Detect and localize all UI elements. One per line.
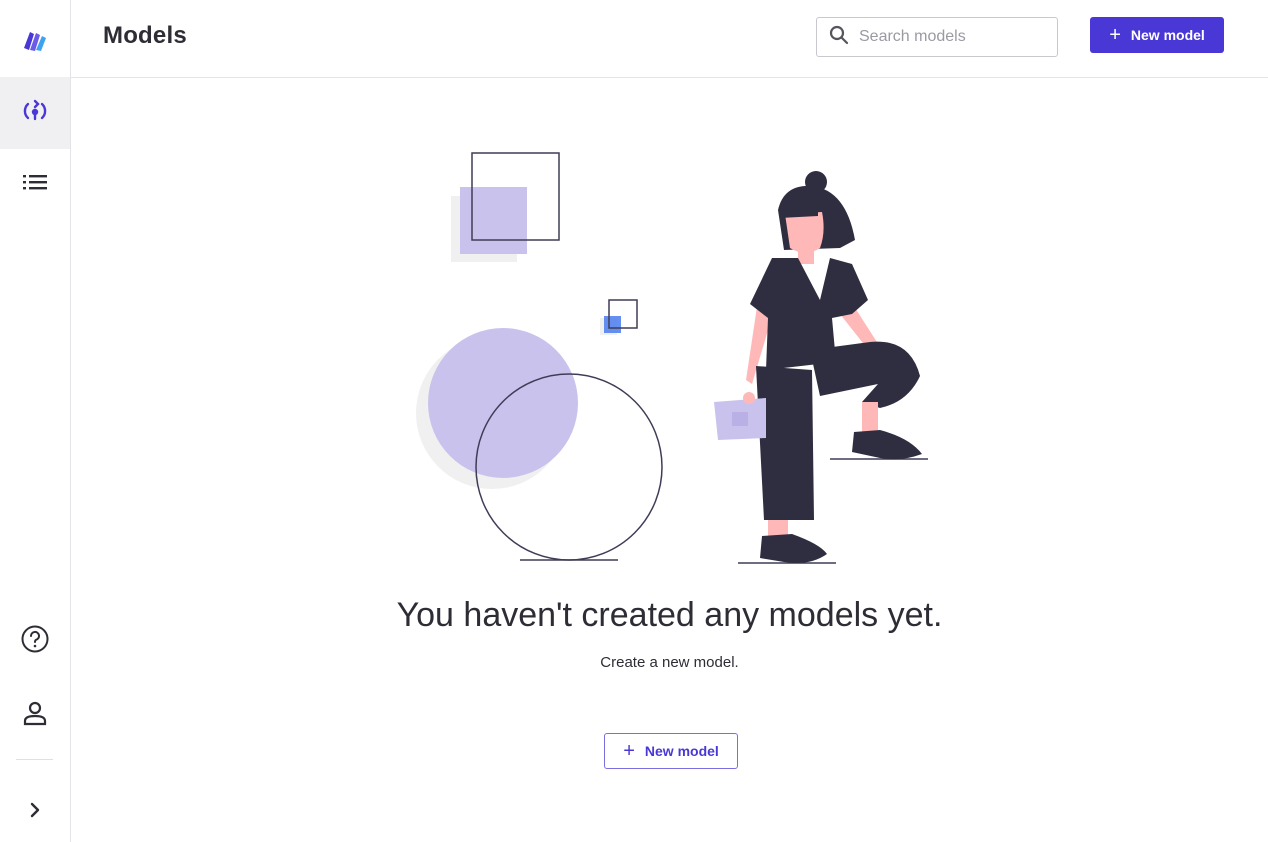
sidebar-item-account[interactable] xyxy=(0,679,70,751)
plus-icon: + xyxy=(623,740,635,762)
plus-icon: + xyxy=(1109,24,1121,46)
empty-state-illustration xyxy=(400,140,940,585)
search-icon xyxy=(829,25,849,50)
app-logo[interactable] xyxy=(0,6,70,78)
search-box[interactable] xyxy=(816,17,1058,57)
sidebar-expand-button[interactable] xyxy=(0,776,70,842)
app-logo-icon xyxy=(21,26,49,59)
sidebar-divider xyxy=(16,759,53,760)
empty-state-new-model-label: New model xyxy=(644,743,719,759)
empty-state-new-model-button[interactable]: + New model xyxy=(604,733,738,769)
chevron-right-icon xyxy=(25,800,45,825)
empty-state-title: You haven't created any models yet. xyxy=(396,596,943,634)
new-model-button[interactable]: + New model xyxy=(1090,17,1224,53)
sidebar-item-help[interactable] xyxy=(0,605,70,677)
sidebar-item-models[interactable] xyxy=(0,77,70,149)
search-input[interactable] xyxy=(859,28,1049,46)
help-icon xyxy=(20,624,50,659)
empty-state-subtitle: Create a new model. xyxy=(600,654,739,671)
header: Models + New model xyxy=(71,0,1268,78)
sidebar xyxy=(0,0,71,842)
new-model-button-label: New model xyxy=(1130,27,1205,43)
user-icon xyxy=(21,699,49,732)
sidebar-item-list[interactable] xyxy=(0,148,70,220)
list-icon xyxy=(22,172,48,197)
model-deploy-icon xyxy=(21,97,49,130)
page-title: Models xyxy=(103,22,187,49)
